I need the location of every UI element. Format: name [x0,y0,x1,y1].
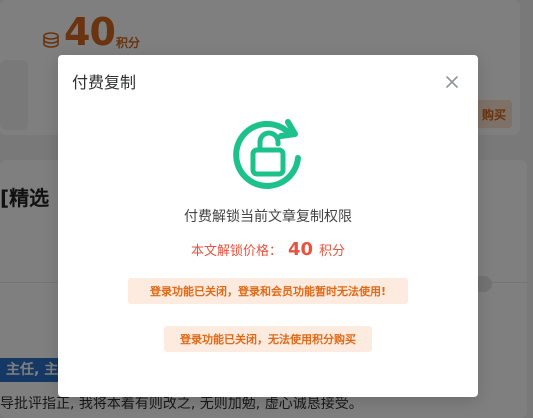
price-value: 40 [287,239,314,260]
paid-copy-dialog: 付费复制 付费解锁当前文章复制权限 本文解锁价格： 40 积分 登录功能已关闭，… [58,55,478,397]
close-icon [446,76,458,88]
unlock-refresh-icon [233,119,301,189]
dialog-title: 付费复制 [72,73,137,92]
login-disabled-notice: 登录功能已关闭，登录和会员功能暂时无法使用! [128,278,408,304]
price-label: 本文解锁价格： [190,244,282,259]
close-button[interactable] [442,72,462,92]
dialog-description: 付费解锁当前文章复制权限 [184,209,352,225]
points-purchase-disabled-notice[interactable]: 登录功能已关闭，无法使用积分购买 [164,326,372,352]
price-row: 本文解锁价格： 40 积分 [58,239,478,260]
price-unit: 积分 [319,244,346,259]
